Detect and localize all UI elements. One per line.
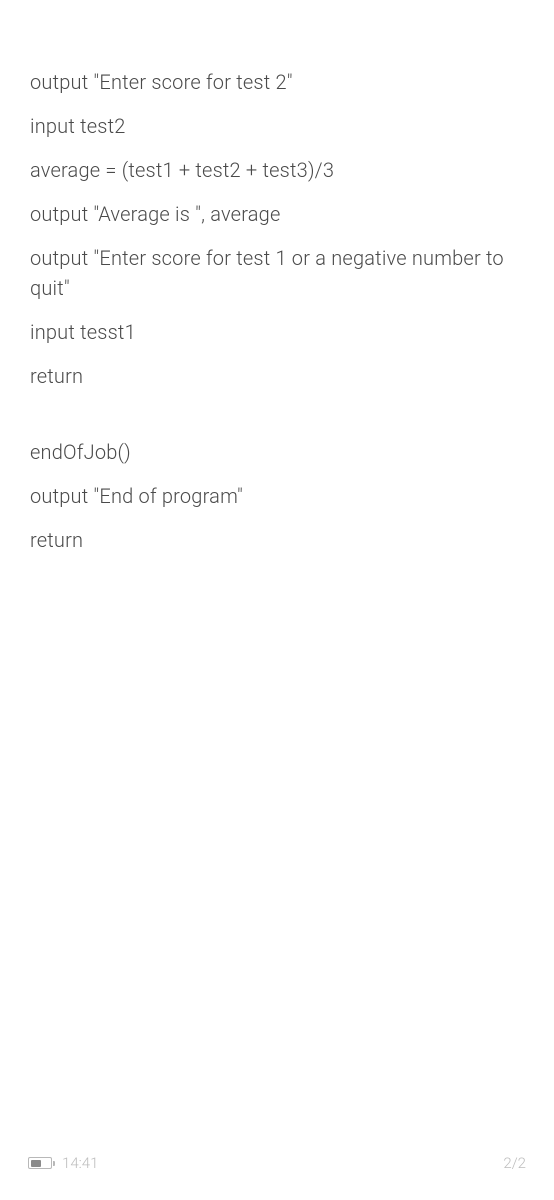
code-section-2: endOfJob() output "End of program" retur…: [30, 437, 524, 555]
code-line: input test2: [30, 111, 524, 141]
code-line: input tesst1: [30, 317, 524, 347]
status-bar: 14:41 2/2: [0, 1154, 554, 1172]
code-line: return: [30, 525, 524, 555]
code-line: output "Average is ", average: [30, 199, 524, 229]
code-section-1: output "Enter score for test 2" input te…: [30, 67, 524, 391]
battery-icon: [28, 1157, 52, 1169]
battery-fill: [31, 1160, 41, 1167]
page-number: 2/2: [503, 1154, 526, 1172]
time-display: 14:41: [62, 1154, 98, 1172]
code-line: output "End of program": [30, 481, 524, 511]
code-line: average = (test1 + test2 + test3)/3: [30, 155, 524, 185]
status-left: 14:41: [28, 1154, 98, 1172]
code-line: output "Enter score for test 1 or a nega…: [30, 243, 524, 303]
code-line: output "Enter score for test 2": [30, 67, 524, 97]
document-content: output "Enter score for test 2" input te…: [0, 0, 554, 555]
code-line: return: [30, 361, 524, 391]
code-line: endOfJob(): [30, 437, 524, 467]
